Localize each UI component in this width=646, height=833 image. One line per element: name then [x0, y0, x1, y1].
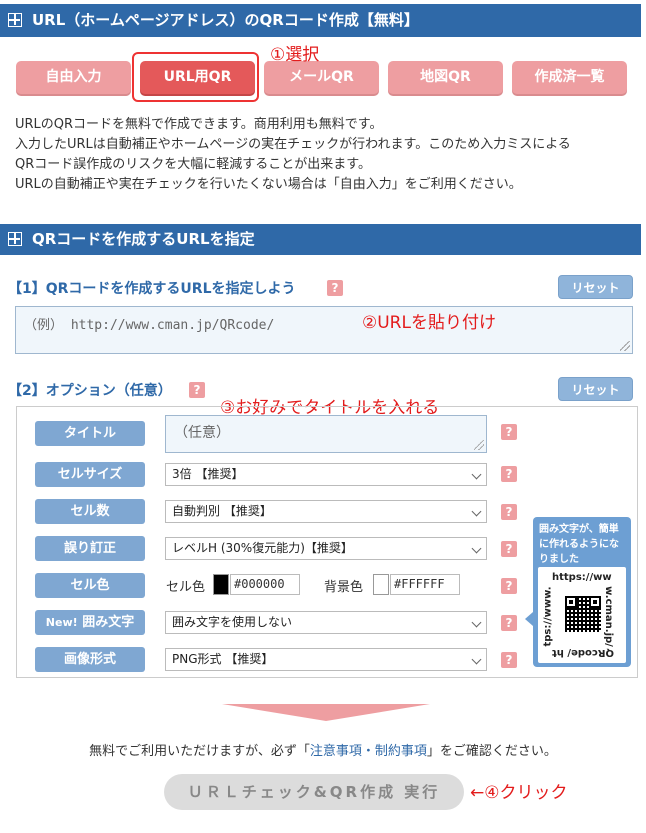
chevron-down-icon [471, 543, 482, 554]
run-button[interactable]: ＵＲＬチェック&QR作成 実行 [164, 774, 464, 810]
description-line: URLの自動補正や実在チェックを行いたくない場合は「自由入力」をご利用ください。 [15, 177, 522, 192]
cellsize-label: セルサイズ [35, 462, 145, 487]
qr-code-image [565, 596, 601, 632]
notice-suffix: 」をご確認ください。 [426, 744, 557, 759]
description-line: QRコード誤作成のリスクを大幅に軽減することが出来ます。 [15, 157, 371, 172]
frame-value: 囲み文字を使用しない [172, 615, 293, 629]
color-label: セル色 [35, 573, 145, 598]
annotation-step4: ←④クリック [470, 783, 568, 803]
help-icon[interactable]: ? [327, 280, 343, 296]
frame-label: New! 囲み文字 [35, 610, 145, 635]
frame-select[interactable]: 囲み文字を使用しない [165, 611, 487, 634]
grid-icon [8, 13, 22, 27]
ecc-value: レベルH (30%復元能力)【推奨】 [172, 541, 353, 555]
resize-handle-icon[interactable] [474, 440, 484, 450]
reset-url-button[interactable]: リセット [558, 275, 633, 299]
cellcount-select[interactable]: 自動判別 【推奨】 [165, 500, 487, 523]
help-icon[interactable]: ? [501, 615, 517, 631]
url-section-title: 【1】QRコードを作成するURLを指定しよう [8, 281, 296, 297]
help-icon[interactable]: ? [501, 424, 517, 440]
chevron-down-icon [471, 654, 482, 665]
title-input[interactable]: （任意） [165, 415, 487, 453]
cellsize-value: 3倍 【推奨】 [172, 467, 244, 481]
tab-free-input[interactable]: 自由入力 [16, 61, 131, 94]
reset-options-button[interactable]: リセット [558, 377, 633, 401]
chevron-down-icon [471, 506, 482, 517]
help-icon[interactable]: ? [501, 578, 517, 594]
url-placeholder: （例） http://www.cman.jp/QRcode/ [24, 318, 275, 333]
format-select[interactable]: PNG形式 【推奨】 [165, 648, 487, 671]
description-line: URLのQRコードを無料で作成できます。商用利用も無料です。 [15, 117, 383, 132]
tab-created-list[interactable]: 作成済一覧 [512, 61, 627, 94]
selection-highlight [132, 52, 259, 102]
down-arrow-icon [222, 704, 430, 721]
cell-color-swatch[interactable] [213, 574, 229, 595]
section-header-title: QRコードを作成するURLを指定 [32, 230, 255, 248]
bg-color-input[interactable]: #FFFFFF [390, 574, 460, 595]
annotation-step1: ①選択 [270, 45, 320, 65]
help-icon[interactable]: ? [501, 541, 517, 557]
help-icon[interactable]: ? [501, 652, 517, 668]
page-title: URL（ホームページアドレス）のQRコード作成【無料】 [32, 11, 419, 29]
notice-prefix: 無料でご利用いただけますが、必ず「 [89, 744, 310, 759]
description: URLのQRコードを無料で作成できます。商用利用も無料です。 入力したURLは自… [15, 115, 635, 195]
grid-icon [8, 232, 22, 246]
page-header: URL（ホームページアドレス）のQRコード作成【無料】 [0, 4, 641, 37]
bubble-text: 囲み文字が、簡単に作れるようになりました [539, 524, 619, 565]
new-badge: New! [45, 616, 78, 629]
cell-color-input[interactable]: #000000 [230, 574, 300, 595]
cellcount-label: セル数 [35, 499, 145, 524]
section-header: QRコードを作成するURLを指定 [0, 224, 641, 255]
bubble-tail [525, 612, 533, 626]
frame-label-text: 囲み文字 [82, 615, 135, 630]
ecc-select[interactable]: レベルH (30%復元能力)【推奨】 [165, 537, 487, 560]
frame-text-promo-bubble: 囲み文字が、簡単に作れるようになりました https://ww w.cman.j… [525, 517, 631, 667]
annotation-step2: ②URLを貼り付け [362, 313, 496, 333]
help-icon[interactable]: ? [501, 504, 517, 520]
resize-handle-icon[interactable] [620, 341, 630, 351]
cellcount-value: 自動判別 【推奨】 [172, 504, 272, 518]
qr-frame-text-bottom: QRcode/ ht [552, 647, 614, 658]
cell-color-text: セル色 [166, 580, 206, 595]
description-line: 入力したURLは自動補正やホームページの実在チェックが行われます。このため入力ミ… [15, 137, 571, 152]
tab-mail-qr[interactable]: メールQR [264, 61, 379, 94]
bg-color-swatch[interactable] [373, 574, 389, 595]
chevron-down-icon [471, 617, 482, 628]
title-placeholder: （任意） [174, 425, 230, 441]
help-icon[interactable]: ? [189, 382, 205, 398]
qr-frame-text-right: w.cman.jp/ [602, 586, 614, 647]
terms-link[interactable]: 注意事項・制約事項 [310, 744, 427, 759]
format-value: PNG形式 【推奨】 [172, 652, 274, 666]
chevron-down-icon [471, 469, 482, 480]
cellsize-select[interactable]: 3倍 【推奨】 [165, 463, 487, 486]
options-section-title: 【2】オプション（任意） [8, 383, 172, 399]
bg-color-text: 背景色 [324, 580, 364, 595]
help-icon[interactable]: ? [501, 466, 517, 482]
title-label: タイトル [35, 421, 145, 446]
qr-frame-text-top: https://ww [552, 572, 612, 583]
format-label: 画像形式 [35, 647, 145, 672]
qr-sample: https://ww w.cman.jp/ QRcode/ ht tps://w… [538, 567, 626, 663]
tab-map-qr[interactable]: 地図QR [388, 61, 503, 94]
qr-frame-text-left: tps://www. [542, 586, 554, 647]
ecc-label: 誤り訂正 [35, 536, 145, 561]
url-input[interactable]: （例） http://www.cman.jp/QRcode/ [15, 306, 633, 354]
usage-notice: 無料でご利用いただけますが、必ず「注意事項・制約事項」をご確認ください。 [0, 740, 646, 759]
